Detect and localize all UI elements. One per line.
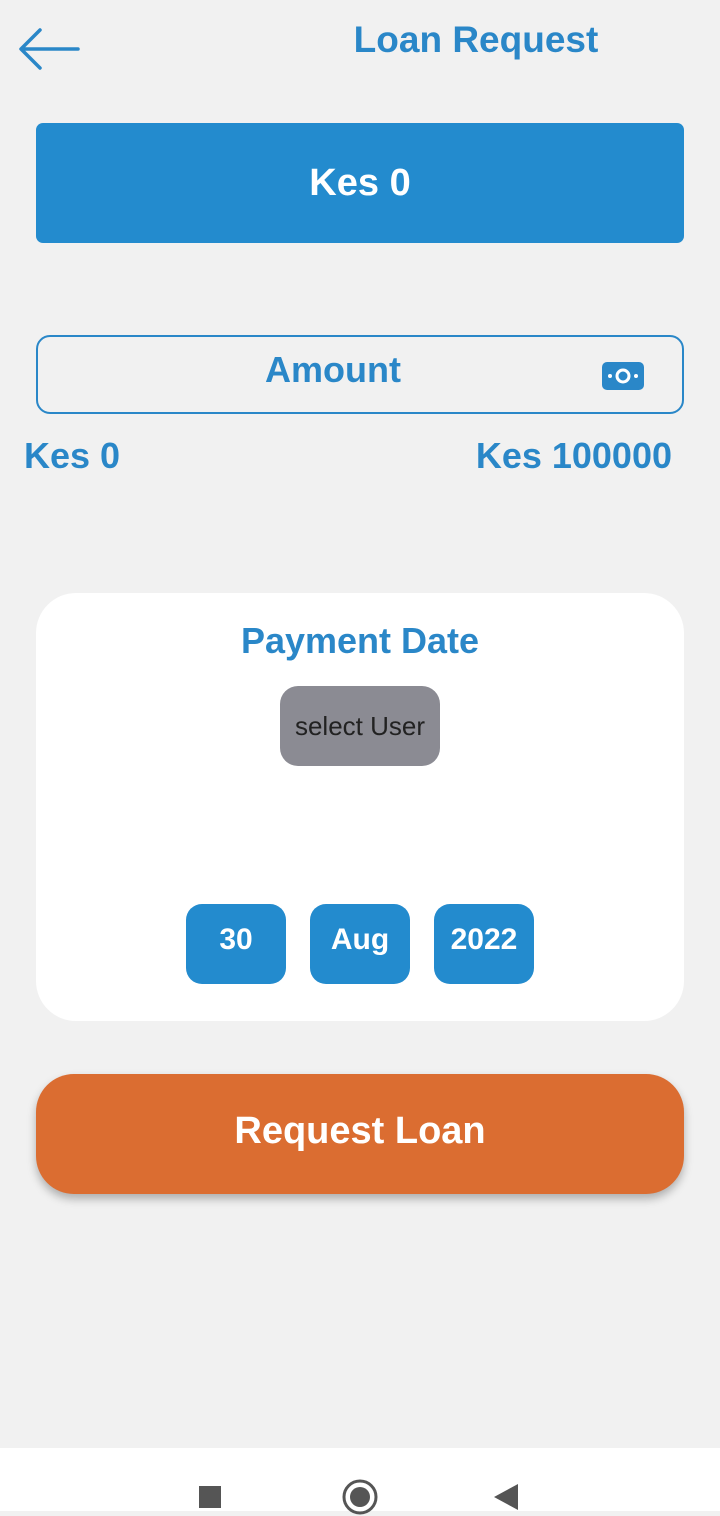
square-icon[interactable] <box>199 1486 221 1508</box>
payment-date-title: Payment Date <box>240 620 480 661</box>
request-loan-label: Request Loan <box>234 1110 486 1152</box>
circle-icon[interactable] <box>341 1478 379 1516</box>
date-day-button[interactable]: 30 <box>186 904 286 984</box>
payment-date-card: Payment Date select User 30 Aug 2022 <box>36 593 684 1021</box>
request-loan-button[interactable]: Request Loan <box>36 1074 684 1194</box>
select-user-button[interactable]: select User <box>280 686 440 766</box>
amount-min-label: Kes 0 <box>24 435 121 476</box>
system-navigation-bar <box>0 1448 720 1515</box>
page-title: Loan Request <box>353 19 599 60</box>
date-year-button[interactable]: 2022 <box>434 904 534 984</box>
back-button[interactable] <box>14 22 86 76</box>
date-month-button[interactable]: Aug <box>310 904 410 984</box>
balance-card: Kes 0 <box>36 123 684 243</box>
balance-amount: Kes 0 <box>309 161 411 204</box>
arrow-left-icon <box>19 28 80 70</box>
amount-max-label: Kes 100000 <box>475 435 672 476</box>
triangle-back-icon[interactable] <box>494 1484 518 1510</box>
cash-icon <box>602 362 644 390</box>
amount-input[interactable] <box>38 337 628 412</box>
amount-field[interactable] <box>36 335 684 414</box>
